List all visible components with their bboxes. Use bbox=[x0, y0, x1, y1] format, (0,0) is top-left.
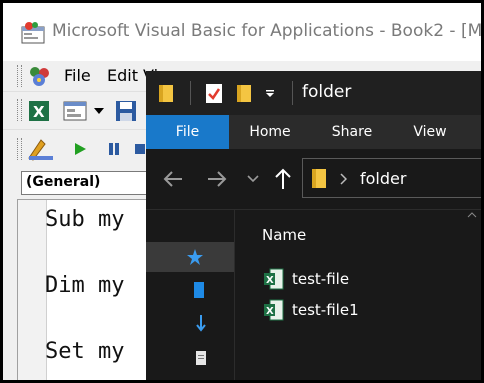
svg-text:X: X bbox=[266, 275, 274, 286]
tab-share[interactable]: Share bbox=[318, 115, 386, 149]
forward-arrow-icon[interactable] bbox=[206, 169, 228, 189]
svg-text:X: X bbox=[33, 103, 45, 121]
navigation-pane bbox=[146, 209, 234, 380]
object-combo[interactable]: (General) bbox=[21, 171, 147, 195]
code-line[interactable]: Set my bbox=[45, 339, 124, 364]
breadcrumb-chevron-icon[interactable] bbox=[339, 173, 347, 185]
vba-window-title: Microsoft Visual Basic for Applications … bbox=[52, 21, 484, 41]
code-gutter bbox=[18, 200, 47, 380]
code-line[interactable]: Dim my bbox=[45, 273, 124, 298]
run-icon[interactable] bbox=[73, 142, 87, 156]
menubar-grip bbox=[17, 65, 22, 87]
folder-icon bbox=[159, 85, 173, 102]
new-folder-icon[interactable] bbox=[236, 83, 252, 103]
excel-file-icon: X bbox=[264, 268, 284, 290]
excel-file-icon: X bbox=[264, 299, 284, 321]
excel-icon[interactable]: X bbox=[27, 99, 51, 123]
properties-icon[interactable] bbox=[204, 82, 224, 104]
excel-view-icon[interactable] bbox=[27, 64, 53, 88]
file-name: test-file1 bbox=[292, 301, 359, 319]
tab-file[interactable]: File bbox=[146, 115, 229, 149]
downloads-icon[interactable] bbox=[196, 314, 206, 332]
explorer-window-title: folder bbox=[302, 82, 352, 102]
svg-text:X: X bbox=[266, 306, 274, 317]
design-mode-icon[interactable] bbox=[27, 136, 55, 162]
address-text: folder bbox=[360, 169, 407, 188]
recent-locations-chevron-icon[interactable] bbox=[246, 174, 260, 184]
code-line[interactable]: Sub my bbox=[45, 207, 124, 232]
reset-icon[interactable] bbox=[133, 142, 147, 156]
screen: Microsoft Visual Basic for Applications … bbox=[0, 0, 484, 383]
tab-view[interactable]: View bbox=[396, 115, 464, 149]
customize-toolbar-icon[interactable] bbox=[264, 89, 276, 99]
pause-icon[interactable] bbox=[107, 142, 121, 156]
tab-home[interactable]: Home bbox=[236, 115, 304, 149]
file-explorer-window: folder File Home Share View folder Name … bbox=[146, 71, 481, 380]
toolbar-grip bbox=[17, 99, 22, 121]
nav-item-quick-access[interactable] bbox=[146, 242, 234, 272]
up-arrow-icon[interactable] bbox=[274, 167, 292, 191]
documents-icon[interactable] bbox=[196, 351, 206, 365]
vba-title-bar: Microsoft Visual Basic for Applications … bbox=[3, 3, 484, 61]
back-arrow-icon[interactable] bbox=[162, 169, 184, 189]
ribbon-tabs: File Home Share View bbox=[146, 115, 481, 149]
toolbar-grip bbox=[17, 138, 22, 160]
vba-app-icon bbox=[21, 22, 45, 44]
address-bar[interactable]: folder bbox=[302, 158, 481, 198]
explorer-title-bar: folder bbox=[146, 71, 481, 115]
column-header-name[interactable]: Name bbox=[262, 226, 306, 244]
title-separator bbox=[190, 81, 191, 105]
desktop-icon[interactable] bbox=[194, 282, 204, 298]
folder-icon bbox=[312, 169, 326, 188]
star-icon bbox=[187, 249, 203, 265]
file-name: test-file bbox=[292, 270, 350, 288]
menu-edit[interactable]: Edit bbox=[107, 66, 138, 85]
title-separator bbox=[292, 81, 293, 105]
save-icon[interactable] bbox=[115, 100, 137, 122]
menu-file[interactable]: File bbox=[64, 66, 91, 85]
project-pane-edge bbox=[3, 199, 17, 380]
sort-chevron-icon[interactable] bbox=[467, 212, 477, 218]
object-combo-value: (General) bbox=[26, 174, 101, 190]
insert-userform-icon[interactable] bbox=[63, 100, 87, 122]
chevron-down-icon[interactable] bbox=[93, 106, 105, 116]
